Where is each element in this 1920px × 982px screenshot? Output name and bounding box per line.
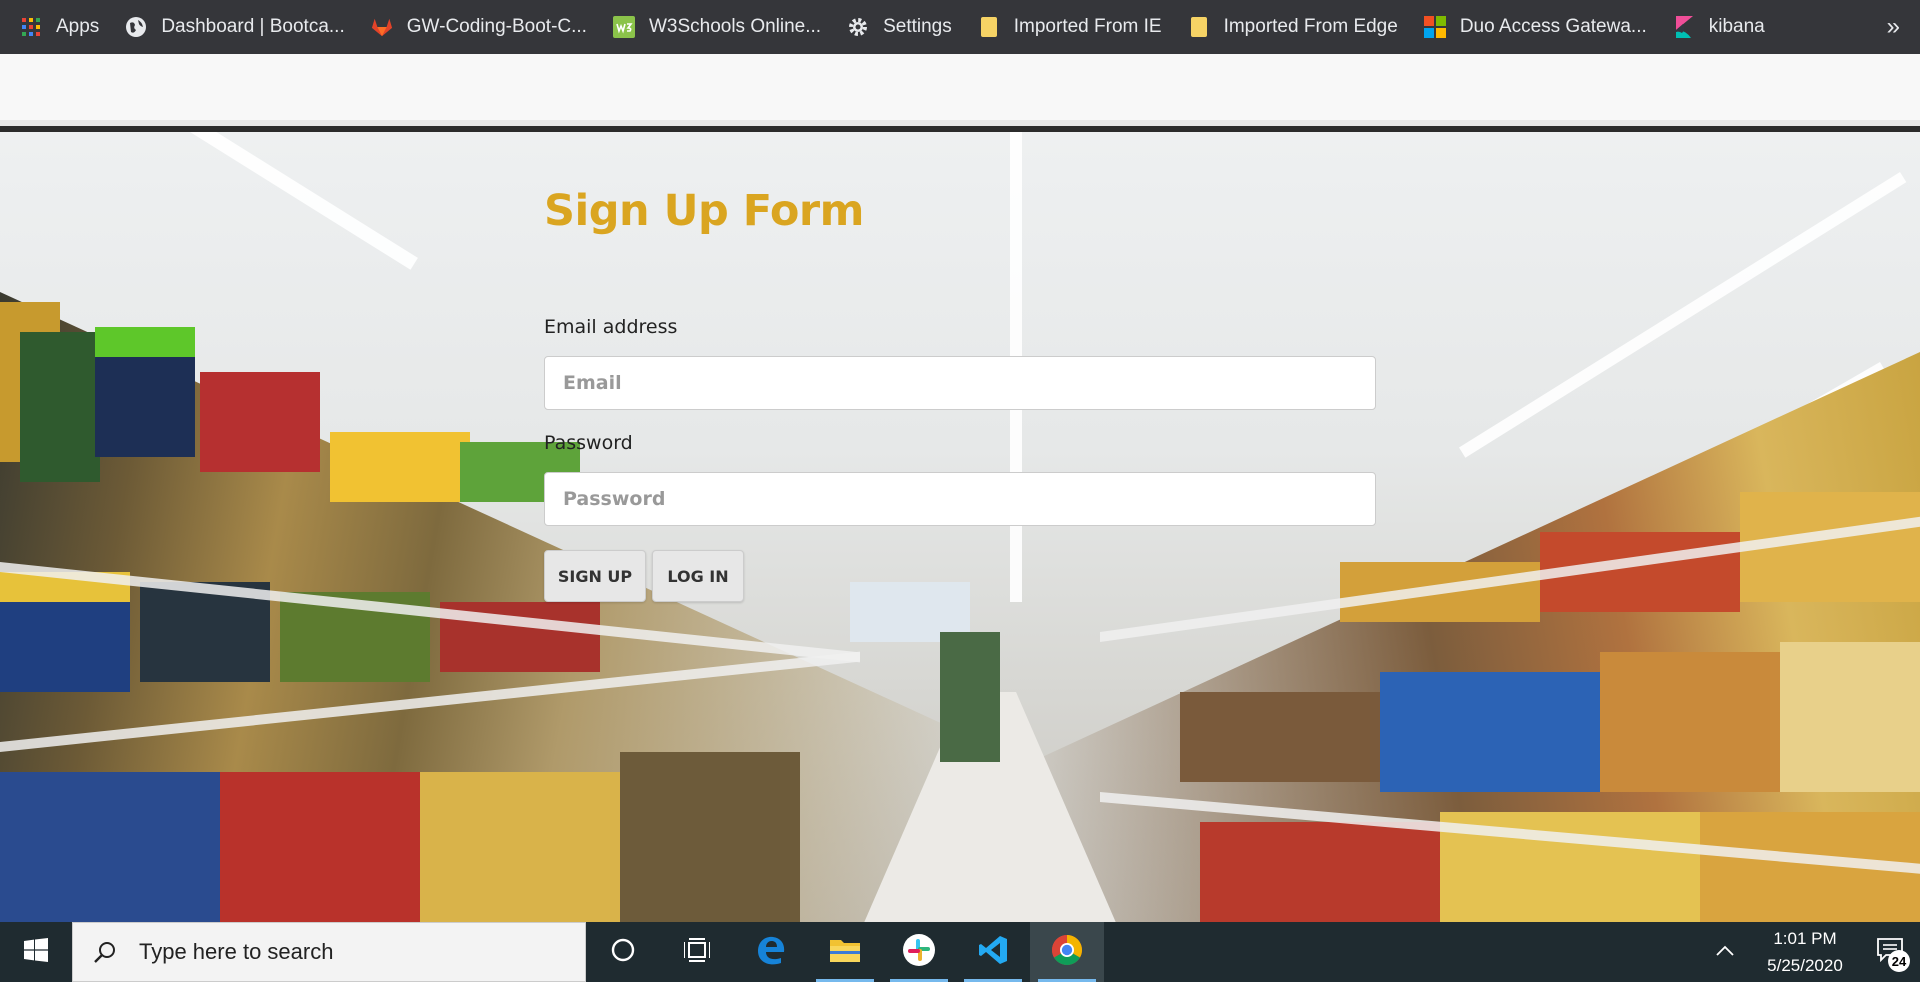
bookmark-dashboard[interactable]: Dashboard | Bootca...	[125, 0, 345, 54]
task-view-button[interactable]	[660, 922, 734, 982]
bookmark-gitlab[interactable]: GW-Coding-Boot-C...	[371, 0, 587, 54]
task-view-icon	[683, 937, 711, 967]
bookmark-label: kibana	[1708, 16, 1765, 37]
slack-icon	[903, 933, 935, 971]
password-label: Password	[544, 432, 633, 454]
edge-icon	[755, 934, 787, 971]
w3schools-icon	[612, 16, 635, 38]
product	[1200, 822, 1440, 922]
product	[1600, 652, 1780, 792]
product	[220, 772, 420, 922]
folder-icon	[829, 936, 861, 969]
signup-button[interactable]: SIGN UP	[544, 550, 646, 602]
clock-date: 5/25/2020	[1767, 956, 1843, 975]
taskbar-search-box[interactable]: Type here to search	[72, 922, 586, 982]
folder-icon	[978, 16, 1000, 38]
product	[95, 327, 195, 357]
bookmark-label: Dashboard | Bootca...	[161, 16, 345, 37]
bookmark-label: W3Schools Online...	[648, 16, 822, 37]
product	[1180, 692, 1380, 782]
search-icon	[93, 940, 117, 964]
gitlab-icon	[371, 16, 393, 38]
bookmark-imported-edge[interactable]: Imported From Edge	[1188, 0, 1398, 54]
ceiling-light	[190, 132, 418, 270]
taskbar-vscode[interactable]	[956, 922, 1030, 982]
bookmark-w3schools[interactable]: W3Schools Online...	[612, 0, 822, 54]
taskbar-search-placeholder: Type here to search	[139, 939, 334, 964]
bookmark-label: GW-Coding-Boot-C...	[406, 16, 587, 37]
hero-background-image	[0, 132, 1920, 922]
product	[0, 772, 220, 922]
microsoft-icon	[1423, 16, 1446, 38]
product	[1780, 642, 1920, 792]
taskbar-file-explorer[interactable]	[808, 922, 882, 982]
bookmark-label: Apps	[56, 16, 100, 37]
globe-icon	[125, 16, 147, 38]
back-display	[940, 632, 1000, 762]
cortana-button[interactable]	[586, 922, 660, 982]
start-button[interactable]	[0, 922, 72, 982]
bookmark-imported-ie[interactable]: Imported From IE	[978, 0, 1162, 54]
bookmark-settings[interactable]: Settings	[847, 0, 952, 54]
cortana-icon	[610, 937, 636, 968]
email-label: Email address	[544, 316, 678, 338]
product	[200, 372, 320, 472]
product	[330, 432, 470, 502]
bookmark-duo[interactable]: Duo Access Gatewa...	[1423, 0, 1647, 54]
vscode-icon	[977, 934, 1009, 971]
product	[620, 752, 800, 922]
navbar	[0, 54, 1920, 126]
system-tray: 1:01 PM 5/25/2020 24	[1700, 922, 1920, 982]
email-field[interactable]	[544, 356, 1376, 410]
taskbar: Type here to search 1:01 PM 5/25/2020 24	[0, 922, 1920, 982]
product	[420, 772, 620, 922]
taskbar-slack[interactable]	[882, 922, 956, 982]
bookmark-apps[interactable]: Apps	[20, 0, 99, 54]
chrome-icon	[1051, 934, 1083, 971]
bookmark-label: Duo Access Gatewa...	[1459, 16, 1647, 37]
show-hidden-icons-button[interactable]	[1700, 922, 1750, 982]
bookmarks-bar: Apps Dashboard | Bootca... GW-Coding-Boo…	[0, 0, 1920, 54]
action-center-button[interactable]: 24	[1860, 922, 1920, 982]
kibana-icon	[1673, 16, 1695, 38]
login-button[interactable]: LOG IN	[652, 550, 744, 602]
windows-icon	[24, 937, 48, 967]
gear-icon	[847, 16, 869, 38]
taskbar-edge[interactable]	[734, 922, 808, 982]
notification-count-badge: 24	[1888, 950, 1910, 972]
apps-grid-icon	[20, 16, 42, 38]
clock-time: 1:01 PM	[1773, 929, 1837, 948]
form-title: Sign Up Form	[544, 186, 864, 236]
product	[20, 332, 100, 482]
bookmark-label: Imported From IE	[1013, 16, 1162, 37]
taskbar-clock[interactable]: 1:01 PM 5/25/2020	[1750, 925, 1860, 979]
folder-icon	[1188, 16, 1210, 38]
password-field[interactable]	[544, 472, 1376, 526]
bookmarks-overflow-button[interactable]: »	[1887, 0, 1900, 54]
product	[1380, 672, 1600, 792]
chevron-up-icon	[1716, 943, 1734, 961]
bookmark-label: Settings	[883, 16, 952, 37]
bookmark-label: Imported From Edge	[1223, 16, 1398, 37]
taskbar-chrome[interactable]	[1030, 922, 1104, 982]
bookmark-kibana[interactable]: kibana	[1673, 0, 1765, 54]
